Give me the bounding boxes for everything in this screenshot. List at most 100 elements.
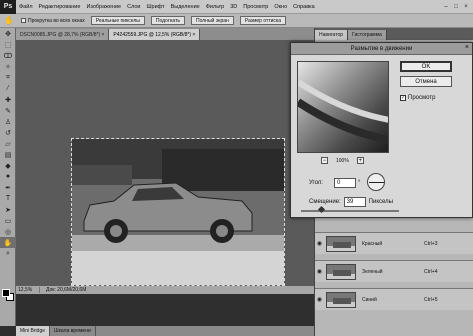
checkbox-box[interactable] xyxy=(21,18,26,23)
cancel-button[interactable]: Отмена xyxy=(400,76,452,87)
channel-shortcut: Ctrl+4 xyxy=(424,268,438,275)
scroll-all-windows-checkbox[interactable]: Прокрутка во всех окнах xyxy=(21,18,85,24)
shape-tool-icon[interactable]: ▭ xyxy=(0,215,16,226)
angle-unit: ° xyxy=(358,180,361,186)
lasso-tool-icon[interactable]: ↀ xyxy=(0,50,16,61)
preview-zoom-controls: − 100% + xyxy=(321,157,364,164)
angle-input[interactable]: 0 xyxy=(334,178,356,188)
type-tool-icon[interactable]: T xyxy=(0,193,16,204)
maximize-icon[interactable]: □ xyxy=(451,2,461,11)
menu-file[interactable]: Файл xyxy=(16,4,36,10)
preview-zoom-value: 100% xyxy=(336,157,349,164)
path-selection-icon[interactable]: ➤ xyxy=(0,204,16,215)
ok-button[interactable]: OK xyxy=(400,61,452,72)
eraser-icon[interactable]: ▱ xyxy=(0,138,16,149)
distance-slider[interactable] xyxy=(301,205,399,214)
angle-dial[interactable] xyxy=(367,173,385,191)
magic-wand-icon[interactable]: ✧ xyxy=(0,61,16,72)
channel-shortcut: Ctrl+5 xyxy=(424,296,438,303)
menu-layers[interactable]: Слои xyxy=(124,4,143,10)
angle-row: Угол: 0 ° xyxy=(309,178,360,188)
history-brush-icon[interactable]: ↺ xyxy=(0,127,16,138)
menu-image[interactable]: Изображение xyxy=(83,4,124,10)
hand-tool-icon[interactable]: ✋ xyxy=(0,237,16,248)
channel-name: Синий xyxy=(362,296,377,303)
actual-pixels-button[interactable]: Реальные пикселы xyxy=(90,16,145,25)
zoom-tool-icon[interactable]: ⌕ xyxy=(0,248,16,259)
doc-size: Док: 20,6M/20,6M xyxy=(46,287,87,293)
channel-row-green[interactable]: ◉ Зеленый Ctrl+4 xyxy=(315,260,473,282)
canvas-area[interactable] xyxy=(16,40,314,286)
dialog-title-bar[interactable]: Размытие в движении × xyxy=(291,43,472,55)
clone-stamp-icon[interactable]: ♙ xyxy=(0,116,16,127)
menu-filter[interactable]: Фильтр xyxy=(203,4,227,10)
document-tabs: DSCN0085.JPG @ 28,7% (RGB/8*) × P4242559… xyxy=(16,28,314,40)
eyedropper-icon[interactable]: ⁄ xyxy=(0,83,16,94)
blur-tool-icon[interactable]: ◆ xyxy=(0,160,16,171)
channel-row-blue[interactable]: ◉ Синий Ctrl+5 xyxy=(315,288,473,310)
car-photo-icon xyxy=(72,139,284,285)
menu-select[interactable]: Выделение xyxy=(168,4,203,10)
brush-tool-icon[interactable]: ✎ xyxy=(0,105,16,116)
options-bar: ✋ Прокрутка во всех окнах Реальные пиксе… xyxy=(0,14,473,28)
fit-screen-button[interactable]: Подогнать xyxy=(150,16,185,25)
marquee-tool-icon[interactable]: ⬚ xyxy=(0,39,16,50)
panel-tabs: Навигатор Гистограмма xyxy=(315,28,473,40)
menu-view[interactable]: Просмотр xyxy=(240,4,271,10)
healing-brush-icon[interactable]: ✚ xyxy=(0,94,16,105)
menu-edit[interactable]: Редактирование xyxy=(36,4,84,10)
channel-name: Красный xyxy=(362,240,383,247)
document-image[interactable] xyxy=(71,138,285,286)
eye-icon[interactable]: ◉ xyxy=(315,268,324,275)
menu-3d[interactable]: 3D xyxy=(227,4,240,10)
bottom-panel-tabs: Mini Bridge Шкала времени xyxy=(16,326,314,336)
channel-thumbnail xyxy=(326,291,356,308)
channel-shortcut: Ctrl+3 xyxy=(424,240,438,247)
close-icon[interactable]: × xyxy=(465,44,469,51)
distance-label: Смещение: xyxy=(309,199,341,205)
fill-screen-button[interactable]: Полный экран xyxy=(191,16,234,25)
channel-name: Зеленый xyxy=(362,268,383,275)
print-size-button[interactable]: Размер оттиска xyxy=(239,16,286,25)
tab-timeline[interactable]: Шкала времени xyxy=(50,326,96,336)
preview-checkbox[interactable]: ✓ Просмотр xyxy=(400,95,435,101)
motion-blur-dialog: Размытие в движении × OK Отмена ✓ Просмо… xyxy=(290,42,473,218)
menu-help[interactable]: Справка xyxy=(290,4,318,10)
distance-input[interactable]: 39 xyxy=(343,197,366,207)
channel-row-red[interactable]: ◉ Красный Ctrl+3 xyxy=(315,232,473,254)
eye-icon[interactable]: ◉ xyxy=(315,240,324,247)
dialog-title: Размытие в движении xyxy=(350,45,413,52)
photoshop-logo: Ps xyxy=(0,0,16,14)
zoom-out-icon[interactable]: − xyxy=(321,157,328,164)
menu-type[interactable]: Шрифт xyxy=(143,4,167,10)
angle-label: Угол: xyxy=(309,180,323,186)
zoom-in-icon[interactable]: + xyxy=(356,157,364,164)
gradient-tool-icon[interactable]: ▤ xyxy=(0,149,16,160)
foreground-color-swatch[interactable] xyxy=(2,289,10,297)
menu-window[interactable]: Окно xyxy=(271,4,290,10)
zoom-level[interactable]: 12,5% xyxy=(16,287,40,293)
doc-tab-2[interactable]: P4242559.JPG @ 12,5% (RGB/8*) × xyxy=(109,29,201,40)
slider-thumb[interactable] xyxy=(317,205,325,214)
close-icon[interactable]: × xyxy=(461,2,471,11)
toolbox: ✥ ⬚ ↀ ✧ ⌗ ⁄ ✚ ✎ ♙ ↺ ▱ ▤ ◆ ● ✒ T ➤ ▭ ◎ ✋ … xyxy=(0,28,16,326)
move-tool-icon[interactable]: ✥ xyxy=(0,28,16,39)
blur-preview[interactable] xyxy=(297,61,389,153)
pen-tool-icon[interactable]: ✒ xyxy=(0,182,16,193)
hand-tool-icon[interactable]: ✋ xyxy=(3,16,15,26)
minimize-icon[interactable]: – xyxy=(441,2,451,11)
eye-icon[interactable]: ◉ xyxy=(315,296,324,303)
3d-rotate-icon[interactable]: ◎ xyxy=(0,226,16,237)
window-controls: – □ × xyxy=(441,2,471,11)
tab-mini-bridge[interactable]: Mini Bridge xyxy=(16,326,51,336)
tab-navigator[interactable]: Навигатор xyxy=(315,30,349,40)
dodge-tool-icon[interactable]: ● xyxy=(0,171,16,182)
channel-thumbnail xyxy=(326,235,356,252)
channel-thumbnail xyxy=(326,263,356,280)
doc-tab-1[interactable]: DSCN0085.JPG @ 28,7% (RGB/8*) × xyxy=(16,29,110,40)
preview-label: Просмотр xyxy=(408,95,436,101)
distance-unit: Пикселы xyxy=(368,199,393,205)
crop-tool-icon[interactable]: ⌗ xyxy=(0,72,16,83)
tab-histogram[interactable]: Гистограмма xyxy=(348,30,387,40)
checkbox-box[interactable]: ✓ xyxy=(400,95,406,101)
